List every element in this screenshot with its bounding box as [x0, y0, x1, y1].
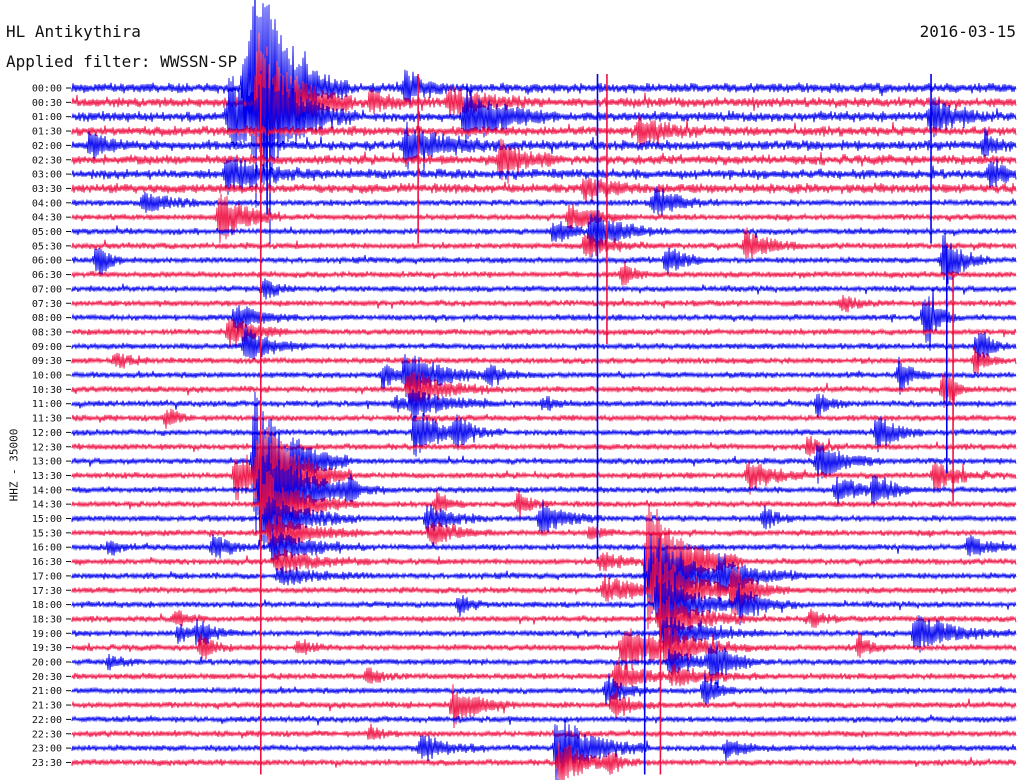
trace-line	[71, 294, 1017, 313]
trace-line	[71, 714, 1017, 726]
tick-label: 09:30	[32, 356, 62, 367]
tick-label: 00:30	[32, 98, 62, 109]
tick-label: 23:30	[32, 758, 62, 769]
tick-label: 12:00	[32, 428, 62, 439]
trace-line	[71, 177, 1017, 204]
tick-label: 22:30	[32, 729, 62, 740]
tick-label: 16:00	[32, 543, 62, 554]
tick-label: 20:00	[32, 658, 62, 669]
tick-label: 16:30	[32, 557, 62, 568]
tick-label: 11:00	[32, 399, 62, 410]
tick-label: 02:30	[32, 155, 62, 166]
seismogram-plot: 00:00 00:30 01:00 01:30 02:00 02:30 03:00 03:30…	[32, 0, 1017, 780]
tick-label: 22:00	[32, 715, 62, 726]
tick-label: 11:30	[32, 414, 62, 425]
trace-line	[71, 345, 1017, 374]
trace-line	[71, 546, 1017, 621]
trace-line	[71, 287, 1017, 351]
trace-group	[71, 0, 1017, 780]
tick-label: 04:00	[32, 198, 62, 209]
tick-label: 01:30	[32, 127, 62, 138]
tick-label: 23:00	[32, 744, 62, 755]
trace-line	[71, 571, 1017, 633]
tick-label: 02:00	[32, 141, 62, 152]
time-axis: 00:00 00:30 01:00 01:30 02:00 02:30 03:00 03:30…	[32, 84, 71, 769]
trace-line	[71, 278, 1017, 300]
tick-label: 13:30	[32, 471, 62, 482]
tick-label: 09:00	[32, 342, 62, 353]
trace-line	[71, 261, 1017, 286]
tick-label: 14:00	[32, 485, 62, 496]
tick-label: 20:30	[32, 672, 62, 683]
trace-line	[71, 435, 1017, 457]
trace-line	[71, 318, 1017, 350]
tick-label: 19:00	[32, 629, 62, 640]
trace-line	[71, 389, 1017, 420]
tick-label: 12:30	[32, 442, 62, 453]
tick-label: 17:30	[32, 586, 62, 597]
tick-label: 14:30	[32, 500, 62, 511]
tick-label: 03:00	[32, 170, 62, 181]
tick-label: 18:30	[32, 614, 62, 625]
tick-label: 21:30	[32, 701, 62, 712]
trace-line	[71, 193, 1017, 244]
tick-label: 18:00	[32, 600, 62, 611]
tick-label: 05:00	[32, 227, 62, 238]
tick-label: 01:00	[32, 112, 62, 123]
tick-label: 03:30	[32, 184, 62, 195]
tick-label: 08:00	[32, 313, 62, 324]
tick-label: 08:30	[32, 327, 62, 338]
tick-label: 00:00	[32, 84, 62, 95]
tick-label: 06:00	[32, 256, 62, 267]
tick-label: 04:30	[32, 213, 62, 224]
trace-line	[71, 719, 1017, 780]
tick-label: 15:30	[32, 528, 62, 539]
tick-label: 19:30	[32, 643, 62, 654]
tick-label: 21:00	[32, 686, 62, 697]
tick-label: 06:30	[32, 270, 62, 281]
tick-label: 07:00	[32, 284, 62, 295]
tick-label: 13:00	[32, 457, 62, 468]
tick-label: 10:00	[32, 371, 62, 382]
trace-line	[71, 723, 1017, 740]
tick-label: 15:00	[32, 514, 62, 525]
tick-label: 05:30	[32, 241, 62, 252]
tick-label: 17:00	[32, 571, 62, 582]
trace-line	[71, 55, 1017, 185]
tick-label: 07:30	[32, 299, 62, 310]
tick-label: 10:30	[32, 385, 62, 396]
trace-line	[71, 391, 1017, 535]
spike-group	[259, 74, 954, 775]
